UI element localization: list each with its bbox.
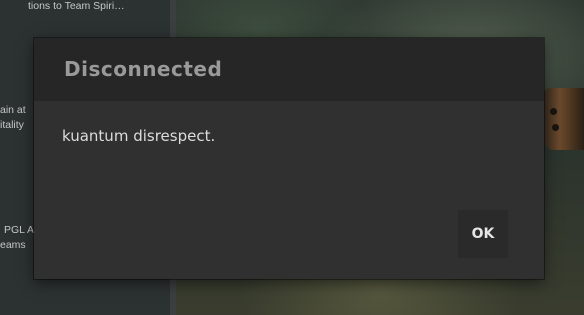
dialog-header: Disconnected bbox=[34, 38, 544, 101]
ok-button[interactable]: OK bbox=[458, 210, 508, 258]
news-line: itality bbox=[0, 119, 24, 131]
dialog-title: Disconnected bbox=[64, 57, 223, 81]
weapon-model bbox=[544, 88, 584, 150]
weapon-detail bbox=[552, 124, 559, 131]
weapon-detail bbox=[550, 108, 557, 115]
news-line: eams bbox=[0, 239, 26, 251]
news-line: PGL A bbox=[4, 224, 34, 236]
disconnected-dialog: Disconnected kuantum disrespect. OK bbox=[34, 38, 544, 279]
news-line: tions to Team Spiri… bbox=[28, 0, 125, 12]
dialog-message: kuantum disrespect. bbox=[62, 127, 216, 145]
news-line: ain at bbox=[0, 104, 26, 116]
